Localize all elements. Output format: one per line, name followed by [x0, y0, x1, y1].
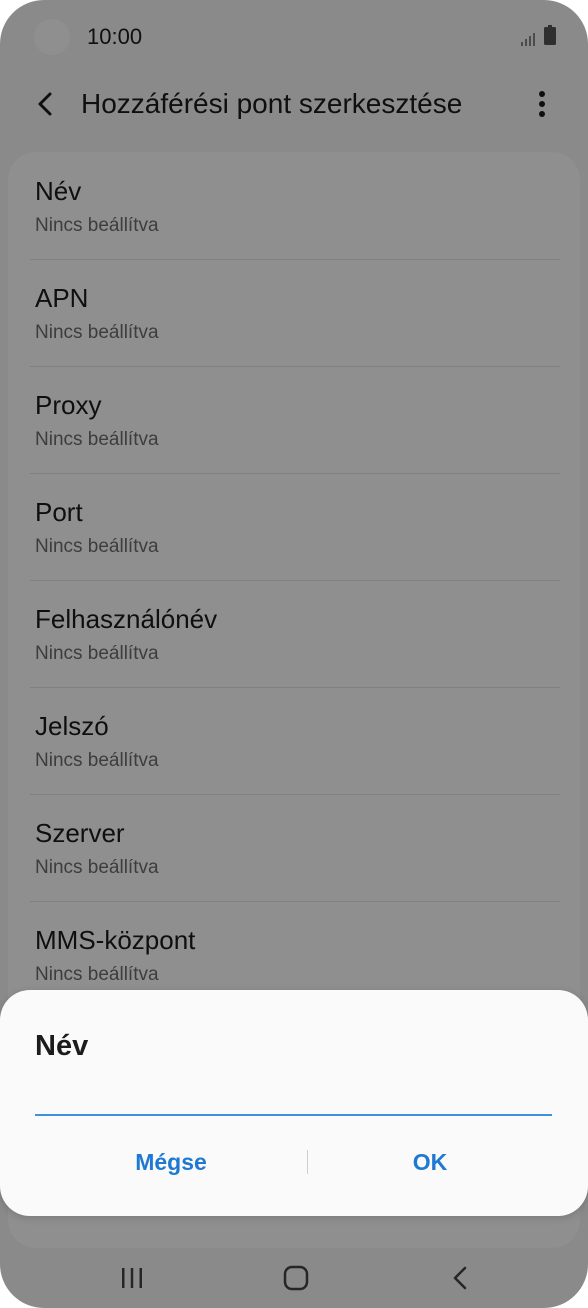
- dialog-title: Név: [35, 1030, 89, 1062]
- cancel-button[interactable]: Mégse: [35, 1140, 307, 1184]
- phone-screen: 10:00 Hozzáférési pont szerkesztése Név …: [0, 0, 588, 1308]
- ok-button[interactable]: OK: [308, 1140, 552, 1184]
- name-input[interactable]: [35, 1074, 552, 1116]
- name-input-dialog: Név Mégse OK: [0, 990, 588, 1216]
